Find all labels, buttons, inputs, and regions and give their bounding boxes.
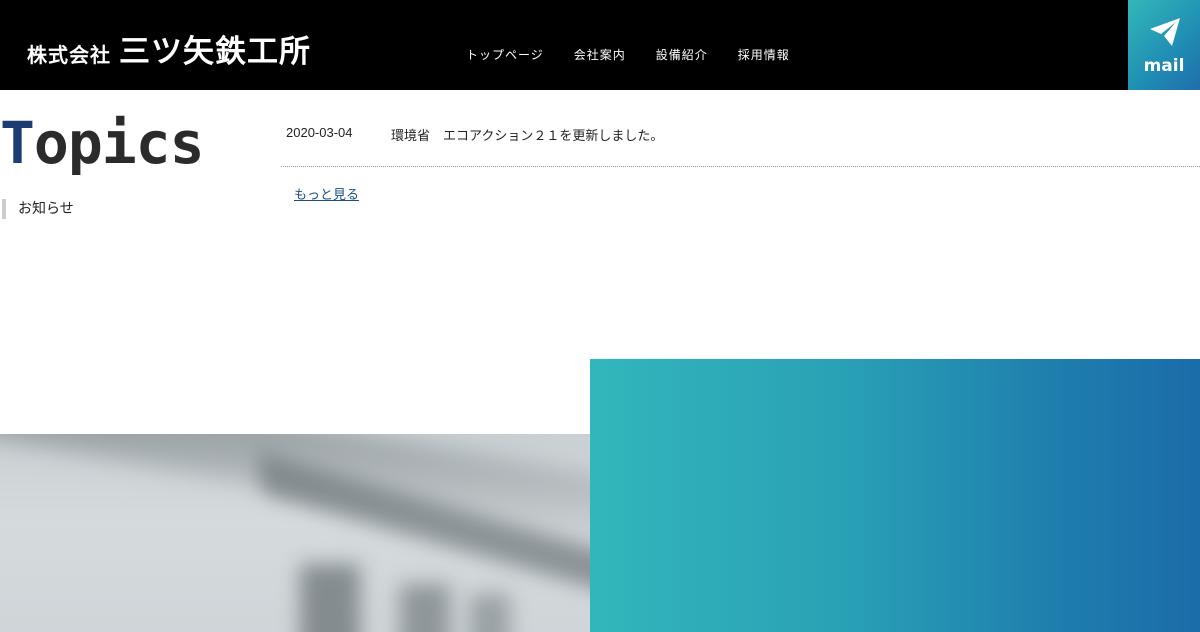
news-title[interactable]: 環境省 エコアクション２１を更新しました。: [391, 125, 663, 144]
news-date: 2020-03-04: [286, 125, 353, 140]
logo-prefix: 株式会社: [27, 43, 111, 67]
site-logo[interactable]: 株式会社 三ツ矢鉄工所: [27, 26, 311, 71]
main-nav: トップページ 会社案内 設備紹介 採用情報: [466, 46, 790, 63]
topics-heading-rest: opics: [33, 109, 205, 177]
gradient-panel: [590, 359, 1200, 632]
building-photo: [0, 434, 590, 632]
topics-heading-initial: T: [0, 109, 35, 177]
nav-item-top[interactable]: トップページ: [466, 46, 544, 63]
mail-label: mail: [1143, 56, 1185, 76]
mail-button[interactable]: mail: [1128, 0, 1200, 90]
nav-item-recruit[interactable]: 採用情報: [738, 46, 790, 63]
topics-heading: Topics: [0, 114, 205, 172]
site-header: 株式会社 三ツ矢鉄工所 トップページ 会社案内 設備紹介 採用情報 mail: [0, 0, 1200, 90]
nav-item-company[interactable]: 会社案内: [574, 46, 626, 63]
logo-name: 三ツ矢鉄工所: [119, 34, 311, 70]
paper-plane-icon: [1150, 18, 1180, 46]
more-link[interactable]: もっと見る: [294, 184, 359, 203]
topics-subtitle: お知らせ: [2, 199, 74, 219]
nav-item-equipment[interactable]: 設備紹介: [656, 46, 708, 63]
news-list-item[interactable]: 2020-03-04 環境省 エコアクション２１を更新しました。: [281, 115, 1200, 167]
